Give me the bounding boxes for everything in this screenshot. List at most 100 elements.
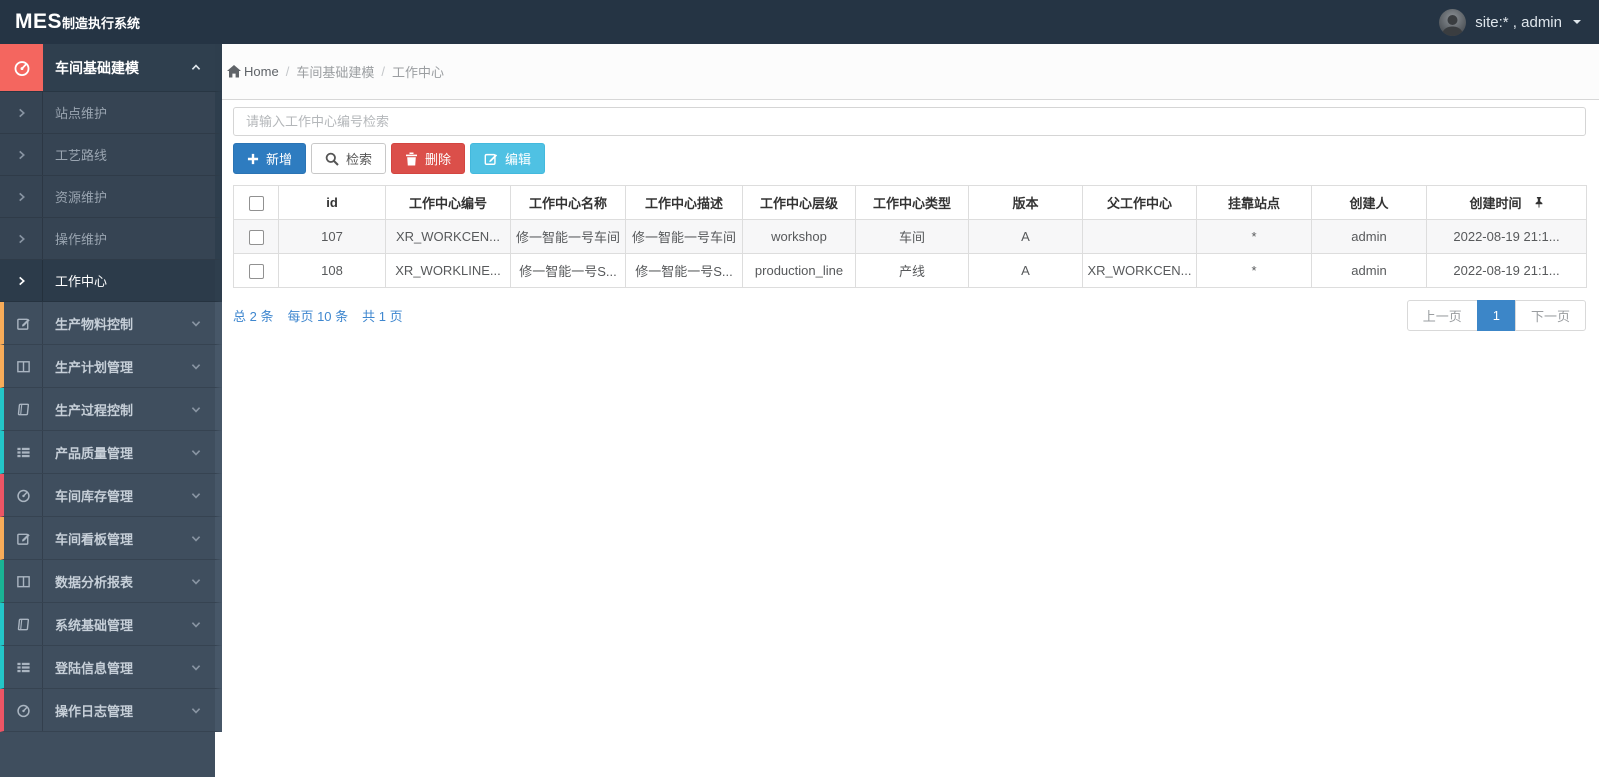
- user-menu[interactable]: site:* , admin: [1439, 8, 1599, 36]
- top-navbar: MES 制造执行系统 site:* , admin: [0, 0, 1599, 44]
- row-select-cell: [233, 253, 279, 288]
- sidebar-group-label: 生产过程控制: [55, 402, 134, 418]
- sidebar-group-process-control[interactable]: 生产过程控制: [0, 388, 222, 431]
- sidebar-group-system-management[interactable]: 系统基础管理: [0, 603, 222, 646]
- add-button[interactable]: 新增: [233, 143, 307, 174]
- sidebar-group-label: 生产计划管理: [55, 359, 134, 375]
- table-row[interactable]: 107 XR_WORKCEN... 修一智能一号车间 修一智能一号车间 work…: [233, 219, 1587, 254]
- table-row[interactable]: 108 XR_WORKLINE... 修一智能一号S... 修一智能一号S...…: [233, 253, 1587, 288]
- sidebar-item-operation-maintenance[interactable]: 操作维护: [0, 218, 222, 260]
- delete-button-label: 删除: [425, 152, 452, 167]
- sidebar-group-workshop-modeling[interactable]: 车间基础建模: [0, 44, 222, 92]
- plus-icon: [247, 153, 259, 165]
- cell-code: XR_WORKCEN...: [385, 219, 511, 254]
- chevron-down-icon: [190, 362, 202, 371]
- sidebar-group-label: 数据分析报表: [55, 574, 134, 590]
- cell-station: *: [1196, 253, 1312, 288]
- sidebar-group-kanban-management[interactable]: 车间看板管理: [0, 517, 222, 560]
- app-logo-subtitle: 制造执行系统: [62, 16, 141, 31]
- cell-desc: 修一智能一号车间: [625, 219, 743, 254]
- cell-id: 108: [278, 253, 386, 288]
- chevron-down-icon: [190, 620, 202, 629]
- row-checkbox[interactable]: [248, 229, 264, 245]
- cell-type: 车间: [855, 219, 969, 254]
- chevron-down-icon: [190, 405, 202, 414]
- column-header-creator: 创建人: [1311, 185, 1427, 220]
- cell-level: production_line: [742, 253, 856, 288]
- cell-creator: admin: [1311, 219, 1427, 254]
- chevron-right-icon: [0, 260, 43, 301]
- sidebar-item-label: 工作中心: [55, 274, 108, 289]
- row-checkbox[interactable]: [248, 263, 264, 279]
- edit-button-label: 编辑: [505, 152, 532, 167]
- sidebar-group-label: 登陆信息管理: [55, 660, 134, 676]
- cell-station: *: [1196, 219, 1312, 254]
- page-1-button[interactable]: 1: [1476, 300, 1516, 331]
- sidebar-group-analytics-reports[interactable]: 数据分析报表: [0, 560, 222, 603]
- sidebar-group-operation-log-management[interactable]: 操作日志管理: [0, 689, 222, 732]
- app-logo-mes: MES: [15, 10, 63, 33]
- column-header-version: 版本: [968, 185, 1083, 220]
- prev-page-button[interactable]: 上一页: [1406, 300, 1478, 331]
- sidebar-group-plan-management[interactable]: 生产计划管理: [0, 345, 222, 388]
- cell-level: workshop: [742, 219, 856, 254]
- column-header-name: 工作中心名称: [510, 185, 626, 220]
- breadcrumb-home-link[interactable]: Home: [227, 64, 279, 79]
- cell-version: A: [968, 219, 1083, 254]
- columns-icon: [4, 560, 43, 602]
- sidebar: 车间基础建模 站点维护 工艺路线 资源维护 操作维护 工作中心 生产物料控制 生…: [0, 44, 222, 777]
- chevron-right-icon: [0, 218, 43, 259]
- chevron-right-icon: [0, 92, 43, 133]
- sidebar-item-label: 资源维护: [55, 190, 108, 205]
- sidebar-item-process-route[interactable]: 工艺路线: [0, 134, 222, 176]
- cell-type: 产线: [855, 253, 969, 288]
- sidebar-group-quality-management[interactable]: 产品质量管理: [0, 431, 222, 474]
- cell-created: 2022-08-19 21:1...: [1426, 253, 1587, 288]
- breadcrumb-separator: /: [381, 64, 385, 79]
- sidebar-item-station-maintenance[interactable]: 站点维护: [0, 92, 222, 134]
- main-area: Home / 车间基础建模 / 工作中心 新增 检索 删除: [222, 44, 1599, 777]
- sidebar-group-material-control[interactable]: 生产物料控制: [0, 302, 222, 345]
- columns-icon: [4, 345, 43, 387]
- book-icon: [4, 388, 43, 430]
- chevron-right-icon: [0, 176, 43, 217]
- chevron-right-icon: [0, 134, 43, 175]
- breadcrumb-crumb: 车间基础建模: [296, 65, 375, 80]
- cell-parent: [1082, 219, 1197, 254]
- caret-down-icon: [1573, 20, 1581, 24]
- sidebar-group-login-info-management[interactable]: 登陆信息管理: [0, 646, 222, 689]
- add-button-label: 新增: [266, 152, 293, 167]
- delete-button[interactable]: 删除: [391, 143, 466, 174]
- chevron-down-icon: [190, 706, 202, 715]
- column-header-id: id: [278, 185, 386, 220]
- sidebar-item-work-center[interactable]: 工作中心: [0, 260, 222, 302]
- avatar: [1439, 8, 1467, 36]
- search-button[interactable]: 检索: [311, 143, 387, 174]
- column-header-created-label: 创建时间: [1469, 196, 1522, 211]
- sidebar-group-inventory-management[interactable]: 车间库存管理: [0, 474, 222, 517]
- breadcrumb: Home / 车间基础建模 / 工作中心: [222, 44, 1599, 100]
- sidebar-item-resource-maintenance[interactable]: 资源维护: [0, 176, 222, 218]
- chevron-down-icon: [190, 534, 202, 543]
- app-logo: MES 制造执行系统: [0, 10, 140, 34]
- sidebar-group-label: 生产物料控制: [55, 316, 134, 332]
- user-label: site:* , admin: [1475, 13, 1562, 31]
- chevron-down-icon: [190, 663, 202, 672]
- search-input[interactable]: [233, 107, 1586, 136]
- pagination-controls: 上一页 1 下一页: [1406, 300, 1586, 331]
- cell-creator: admin: [1311, 253, 1427, 288]
- select-all-cell: [233, 185, 279, 220]
- sidebar-group-label: 系统基础管理: [55, 617, 134, 633]
- work-center-table: id 工作中心编号 工作中心名称 工作中心描述 工作中心层级 工作中心类型 版本…: [233, 185, 1587, 288]
- chevron-down-icon: [190, 319, 202, 328]
- next-page-button[interactable]: 下一页: [1514, 300, 1586, 331]
- pagination-page-count: 共 1 页: [362, 309, 403, 324]
- edit-button[interactable]: 编辑: [470, 143, 546, 174]
- search-icon: [325, 152, 339, 166]
- sidebar-group-label: 车间库存管理: [55, 488, 134, 504]
- content-panel: 新增 检索 删除 编辑: [222, 100, 1599, 777]
- chevron-up-icon: [190, 63, 202, 72]
- pagination-total: 总 2 条: [233, 309, 274, 324]
- chevron-down-icon: [190, 448, 202, 457]
- select-all-checkbox[interactable]: [248, 195, 264, 211]
